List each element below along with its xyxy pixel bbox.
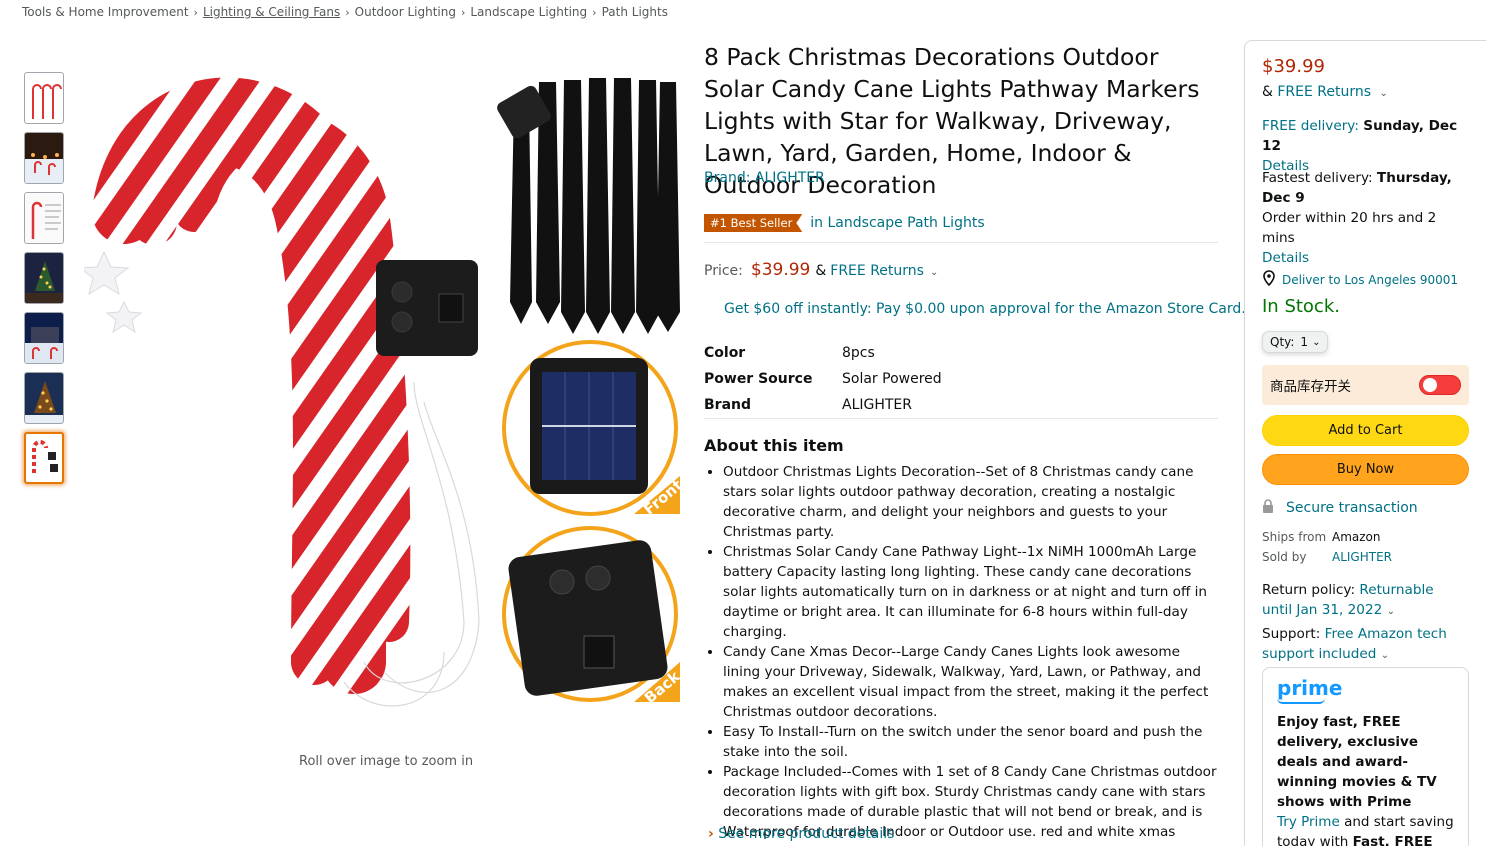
- breadcrumb-item-tools[interactable]: Tools & Home Improvement: [22, 5, 189, 19]
- divider: [704, 242, 1218, 243]
- chevron-down-icon[interactable]: ⌄: [1380, 88, 1388, 99]
- free-delivery: FREE delivery: Sunday, Dec 12 Details: [1262, 116, 1472, 176]
- about-bullets: Outdoor Christmas Lights Decoration--Set…: [704, 462, 1220, 846]
- thumbnail-5[interactable]: [24, 312, 64, 364]
- buybox-price: $39.99: [1262, 56, 1325, 77]
- zoom-hint: Roll over image to zoom in: [299, 754, 474, 769]
- stock-status: In Stock.: [1262, 296, 1340, 317]
- see-more-link[interactable]: See more product details: [718, 826, 894, 842]
- secure-transaction-link[interactable]: Secure transaction: [1286, 500, 1418, 516]
- see-more-row[interactable]: › See more product details: [708, 826, 894, 842]
- prime-cta: Try Prime and start saving today with Fa…: [1277, 812, 1454, 846]
- add-to-cart-button[interactable]: Add to Cart: [1262, 415, 1469, 446]
- bullet-item: Easy To Install--Turn on the switch unde…: [723, 722, 1220, 762]
- breadcrumb-item-outdoor[interactable]: Outdoor Lighting: [355, 5, 456, 19]
- prime-text: Enjoy fast, FREE delivery, exclusive dea…: [1277, 714, 1437, 810]
- store-card-promo-link[interactable]: Get $60 off instantly: Pay $0.00 upon ap…: [724, 301, 1246, 317]
- prime-logo: prime: [1277, 678, 1454, 704]
- ships-from-value: Amazon: [1332, 530, 1381, 544]
- sold-by-link[interactable]: ALIGHTER: [1332, 550, 1392, 564]
- support: Support: Free Amazon tech support includ…: [1262, 624, 1468, 666]
- spec-value: ALIGHTER: [842, 397, 913, 413]
- bullet-item: Candy Cane Xmas Decor--Large Candy Canes…: [723, 642, 1220, 722]
- spec-value: Solar Powered: [842, 371, 942, 387]
- price-label: Price:: [704, 263, 743, 279]
- return-policy: Return policy: Returnable until Jan 31, …: [1262, 580, 1468, 622]
- bullet-item: Outdoor Christmas Lights Decoration--Set…: [723, 462, 1220, 542]
- breadcrumb: Tools & Home Improvement › Lighting & Ceil…: [22, 5, 668, 19]
- prime-logo-text: prime: [1277, 676, 1343, 700]
- best-seller-category-link[interactable]: in Landscape Path Lights: [810, 215, 984, 231]
- thumbnail-2[interactable]: [24, 132, 64, 184]
- breadcrumb-item-landscape[interactable]: Landscape Lighting: [470, 5, 587, 19]
- secure-transaction-row[interactable]: Secure transaction: [1262, 499, 1418, 517]
- qty-label: Qty:: [1270, 335, 1295, 349]
- ships-from-label: Ships from: [1262, 530, 1327, 544]
- breadcrumb-item-path-lights[interactable]: Path Lights: [602, 5, 668, 19]
- spec-row: Power Source Solar Powered: [704, 366, 942, 392]
- breadcrumb-item-lighting[interactable]: Lighting & Ceiling Fans: [203, 5, 340, 19]
- stock-toggle-label: 商品库存开关: [1270, 379, 1351, 395]
- fastest-delivery-label: Fastest delivery:: [1262, 170, 1373, 186]
- returns-amp: &: [1262, 84, 1273, 100]
- stock-toggle-switch[interactable]: [1419, 375, 1461, 395]
- location-pin-icon: [1262, 270, 1276, 289]
- breadcrumb-separator: ›: [460, 6, 466, 19]
- sold-by-row: Sold by ALIGHTER: [1262, 550, 1392, 564]
- thumbnail-6[interactable]: [24, 372, 64, 424]
- sold-by-label: Sold by: [1262, 550, 1307, 564]
- thumbnail-7-selected[interactable]: [24, 432, 64, 484]
- buybox-free-returns-link[interactable]: FREE Returns: [1277, 84, 1371, 100]
- thumbnail-1[interactable]: [24, 72, 64, 124]
- try-prime-link[interactable]: Try Prime: [1277, 814, 1340, 830]
- about-heading: About this item: [704, 436, 844, 455]
- product-specs: Color 8pcs Power Source Solar Powered Bran…: [704, 340, 942, 418]
- details-link[interactable]: Details: [1262, 250, 1309, 266]
- fastest-delivery: Fastest delivery: Thursday, Dec 9 Order …: [1262, 168, 1472, 268]
- main-product-image[interactable]: Front Back: [78, 62, 686, 722]
- divider: [704, 418, 1218, 419]
- thumbnail-4[interactable]: [24, 252, 64, 304]
- chevron-down-icon[interactable]: ⌄: [930, 267, 938, 278]
- best-seller-badge[interactable]: #1 Best Seller: [704, 214, 802, 232]
- return-policy-label: Return policy:: [1262, 582, 1356, 598]
- spec-key: Brand: [704, 397, 752, 413]
- spec-row: Brand ALIGHTER: [704, 392, 942, 418]
- spec-value: 8pcs: [842, 345, 875, 361]
- spec-key: Color: [704, 345, 746, 361]
- breadcrumb-separator: ›: [193, 6, 198, 19]
- order-within: Order within 20 hrs and 2 mins: [1262, 210, 1437, 246]
- ships-from-row: Ships from Amazon: [1262, 530, 1381, 544]
- buybox-returns: & FREE Returns ⌄: [1262, 84, 1388, 100]
- returns-amp: &: [815, 263, 827, 279]
- thumbnail-3[interactable]: [24, 192, 64, 244]
- free-delivery-label[interactable]: FREE delivery:: [1262, 118, 1359, 134]
- best-seller-row: #1 Best Seller in Landscape Path Lights: [704, 214, 985, 232]
- chevron-down-icon: ⌄: [1312, 336, 1321, 348]
- stock-toggle-box: 商品库存开关: [1262, 365, 1469, 405]
- breadcrumb-separator: ›: [345, 6, 350, 19]
- support-label: Support:: [1262, 626, 1321, 642]
- chevron-right-icon: ›: [708, 826, 714, 842]
- buy-now-button[interactable]: Buy Now: [1262, 454, 1469, 485]
- spec-row: Color 8pcs: [704, 340, 942, 366]
- price: $39.99: [750, 260, 811, 280]
- brand-link[interactable]: Brand: ALIGHTER: [704, 170, 825, 186]
- chevron-down-icon[interactable]: ⌄: [1387, 606, 1395, 617]
- breadcrumb-separator: ›: [592, 6, 597, 19]
- lock-icon: [1262, 499, 1274, 517]
- deliver-to-row[interactable]: Deliver to Los Angeles 90001: [1262, 270, 1458, 289]
- quantity-select[interactable]: Qty: 1 ⌄: [1262, 331, 1328, 353]
- chevron-down-icon[interactable]: ⌄: [1381, 650, 1389, 661]
- qty-value: 1: [1300, 335, 1309, 349]
- price-row: Price: $39.99 & FREE Returns ⌄: [704, 260, 938, 280]
- bullet-item: Christmas Solar Candy Cane Pathway Light…: [723, 542, 1220, 642]
- free-returns-link[interactable]: FREE Returns: [830, 263, 924, 279]
- deliver-to-link[interactable]: Deliver to Los Angeles 90001: [1282, 273, 1458, 287]
- spec-key: Power Source: [704, 371, 813, 387]
- prime-promo-box: prime Enjoy fast, FREE delivery, exclusi…: [1262, 667, 1469, 846]
